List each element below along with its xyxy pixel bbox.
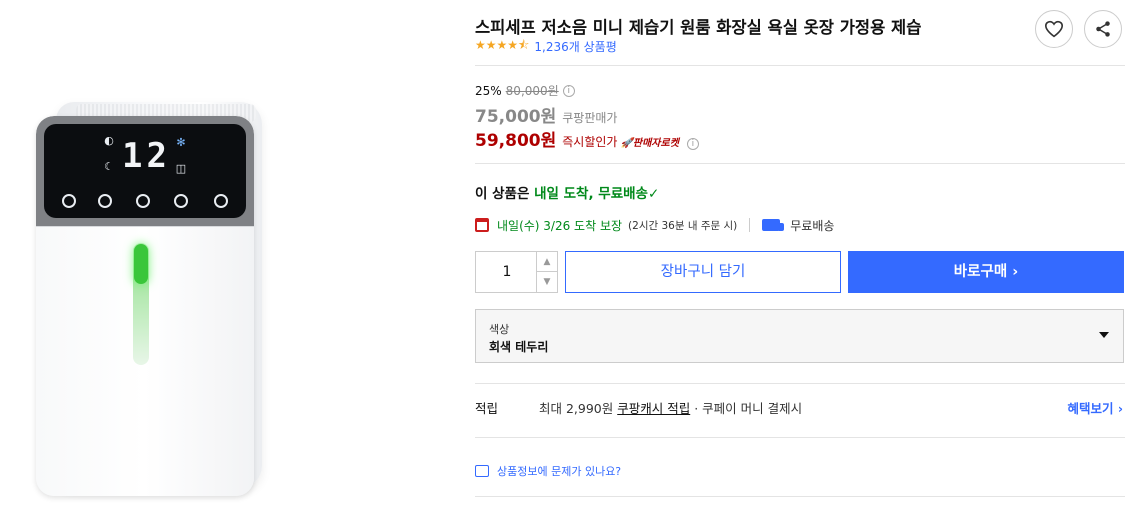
control-panel: ◐ ☾ 12 ✻ ◫ xyxy=(36,116,254,226)
instant-price: 59,800원 xyxy=(475,131,557,151)
instant-price-label: 즉시할인가 xyxy=(562,135,618,149)
moon-icon: ☾ xyxy=(104,160,114,173)
report-issue-link[interactable]: 상품정보에 문제가 있나요? xyxy=(475,463,621,479)
wishlist-button[interactable] xyxy=(1035,10,1073,48)
timer-icon: ◫ xyxy=(175,162,187,175)
power-icon xyxy=(214,194,228,208)
delivery-prefix: 이 상품은 xyxy=(475,186,535,202)
add-to-cart-button[interactable]: 장바구니 담기 xyxy=(565,251,841,293)
points-description: 최대 2,990원 쿠팡캐시 적립 · 쿠페이 머니 결제시 xyxy=(539,398,802,417)
share-button[interactable] xyxy=(1084,10,1122,48)
review-count-link[interactable]: 1,236개 상품평 xyxy=(534,38,616,55)
delivery-summary: 이 상품은 내일 도착, 무료배송✓ xyxy=(475,182,659,202)
coupang-price-row: 75,000원 쿠팡판매가 xyxy=(475,102,617,127)
order-deadline: (2시간 36분 내 주문 시) xyxy=(628,219,738,232)
divider xyxy=(475,163,1125,164)
discount-row: 25% 80,000원 i xyxy=(475,82,575,99)
view-benefits-link[interactable]: 혜택보기 › xyxy=(1067,398,1123,417)
coupang-price-label: 쿠팡판매가 xyxy=(562,111,618,125)
info-icon[interactable]: i xyxy=(562,84,575,97)
seller-rocket-badge: 🚀판매자로켓 xyxy=(620,138,679,149)
buy-now-button[interactable]: 바로구매 › xyxy=(848,251,1124,293)
product-title: 스피세프 저소음 미니 제습기 원룸 화장실 욕실 옷장 가정용 제습 xyxy=(475,18,922,37)
dehumidifier-illustration: ◐ ☾ 12 ✻ ◫ xyxy=(36,102,262,496)
rating-row: ★★★★⯪ 1,236개 상품평 xyxy=(475,38,617,54)
divider xyxy=(475,496,1125,497)
discount-rate: 25% xyxy=(475,83,502,98)
points-row: 적립 최대 2,990원 쿠팡캐시 적립 · 쿠페이 머니 결제시 혜택보기 › xyxy=(475,398,1125,417)
water-level-light xyxy=(134,244,148,284)
report-issue-label: 상품정보에 문제가 있나요? xyxy=(497,465,622,478)
star-rating: ★★★★⯪ xyxy=(475,37,530,52)
product-image[interactable]: ◐ ☾ 12 ✻ ◫ xyxy=(0,0,460,505)
points-title: 적립 xyxy=(475,401,499,416)
share-icon xyxy=(1096,21,1110,37)
heart-icon xyxy=(1044,20,1064,38)
quantity-input[interactable]: 1 xyxy=(476,252,538,292)
option-value: 회색 테두리 xyxy=(489,340,549,354)
snowflake-icon: ✻ xyxy=(176,136,186,149)
coupang-cash-link[interactable]: 쿠팡캐시 적립 xyxy=(617,401,690,416)
seller-rocket-label: 판매자로켓 xyxy=(632,138,679,149)
sleep-button-icon xyxy=(98,194,112,208)
info-icon[interactable]: i xyxy=(686,138,699,150)
drop-button-icon xyxy=(136,194,150,208)
coupang-price: 75,000원 xyxy=(475,107,557,127)
points-prefix: 최대 2,990원 xyxy=(539,401,618,416)
dropdown-caret-icon xyxy=(1099,332,1109,338)
calendar-icon xyxy=(475,218,489,232)
chat-icon xyxy=(475,465,489,477)
option-label: 색상 xyxy=(489,323,510,336)
color-option-select[interactable]: 색상 회색 테두리 xyxy=(475,309,1124,363)
points-suffix: · 쿠페이 머니 결제시 xyxy=(690,401,803,416)
display-screen: ◐ ☾ 12 ✻ ◫ xyxy=(44,124,246,218)
display-digits: 12 xyxy=(122,136,171,176)
divider xyxy=(475,437,1125,438)
humidity-icon: ◐ xyxy=(104,134,114,147)
product-info: 스피세프 저소음 미니 제습기 원룸 화장실 욕실 옷장 가정용 제습 ★★★★… xyxy=(475,0,1125,505)
check-icon: ✓ xyxy=(647,186,660,202)
quantity-decrease-button[interactable]: ▼ xyxy=(536,272,557,292)
divider xyxy=(475,383,1125,384)
quantity-increase-button[interactable]: ▲ xyxy=(536,252,557,272)
original-price: 80,000원 xyxy=(505,84,559,98)
divider xyxy=(475,65,1125,66)
truck-icon xyxy=(762,219,785,231)
free-shipping-label: 무료배송 xyxy=(790,218,835,233)
quantity-stepper: 1 ▲ ▼ xyxy=(475,251,558,293)
fan-button-icon xyxy=(174,194,188,208)
delivery-detail: 내일(수) 3/26 도착 보장 (2시간 36분 내 주문 시) 무료배송 xyxy=(475,215,834,235)
delivery-highlight: 내일 도착, 무료배송 xyxy=(534,186,648,202)
instant-price-row: 59,800원 즉시할인가 🚀판매자로켓 i xyxy=(475,126,699,151)
mode-button-icon xyxy=(62,194,76,208)
arrival-date: 내일(수) 3/26 도착 보장 xyxy=(497,218,623,233)
